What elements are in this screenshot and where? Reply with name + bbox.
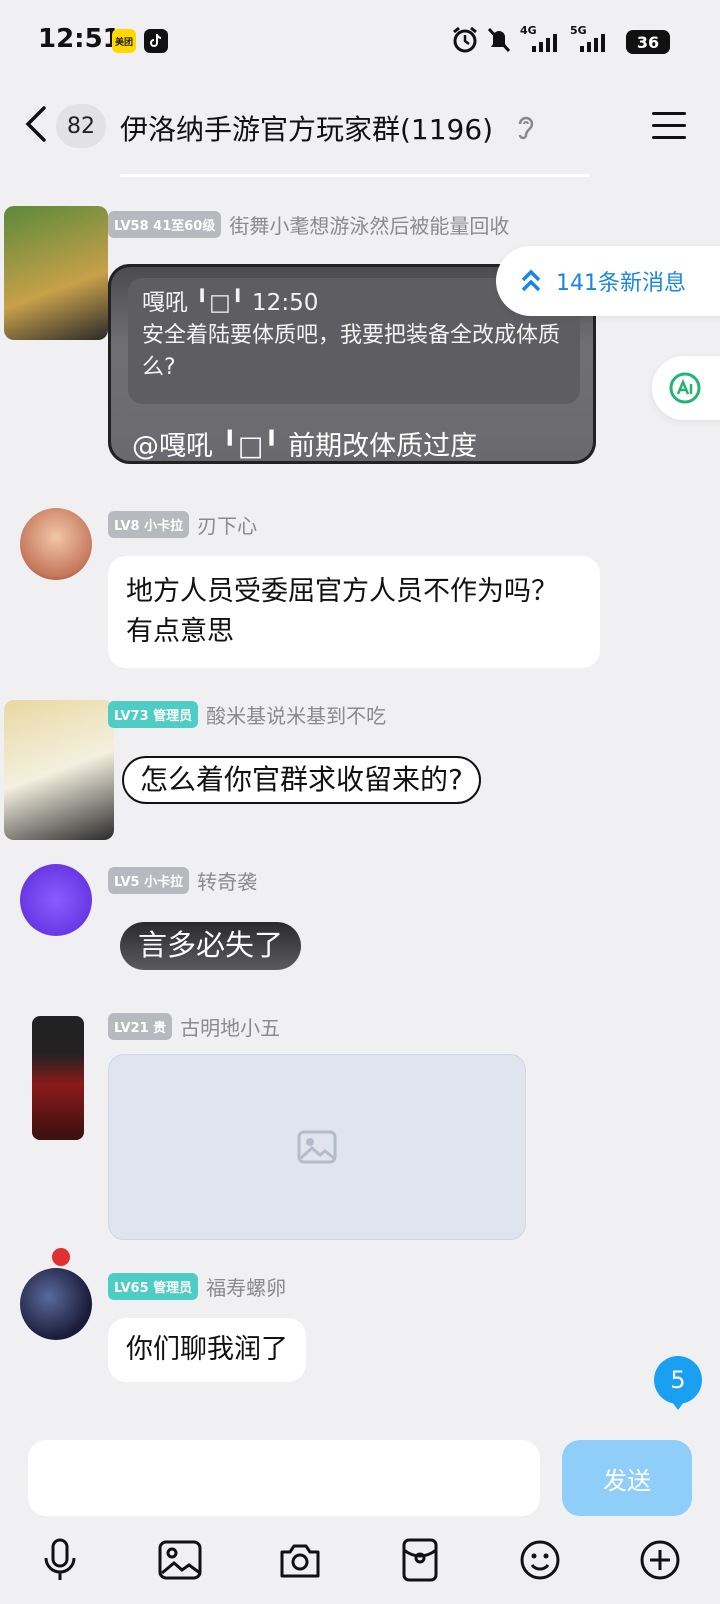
avatar[interactable] <box>4 206 108 340</box>
red-packet-icon <box>402 1538 438 1582</box>
send-button[interactable]: 发送 <box>562 1440 692 1516</box>
sender-name[interactable]: 街舞小耄想游泳然后被能量回收 <box>229 210 509 239</box>
double-chevron-up-icon <box>521 269 541 292</box>
sender-name[interactable]: 转奇袭 <box>197 866 257 895</box>
meituan-app-icon: 美团 <box>112 29 136 53</box>
composer: 发送 <box>0 1426 720 1604</box>
message-meta: LV21 贵 古明地小五 <box>108 1012 280 1041</box>
signal-icon-2 <box>580 34 605 52</box>
level-tag: LV8 小卡拉 <box>108 511 190 538</box>
plus-circle-icon <box>640 1540 680 1580</box>
new-messages-button[interactable]: 141条新消息 <box>496 246 720 316</box>
level-tag-admin: LV73 管理员 <box>108 701 199 728</box>
chat-header: 82 伊洛纳手游官方玩家群(1196) <box>0 82 720 178</box>
battery-indicator: 36 <box>626 30 670 54</box>
mention-count-badge[interactable]: 5 <box>654 1356 702 1410</box>
level-tag: LV5 小卡拉 <box>108 867 190 894</box>
sender-name[interactable]: 刃下心 <box>197 510 257 539</box>
ear-icon[interactable] <box>516 114 536 142</box>
image-icon <box>297 1130 337 1164</box>
sender-name[interactable]: 酸米基说米基到不吃 <box>206 700 386 729</box>
message-bubble[interactable]: 言多必失了 <box>120 922 302 970</box>
menu-icon[interactable] <box>652 112 686 140</box>
reply-text: @嘎吼 ╹□╹ 前期改体质过度 <box>132 431 478 462</box>
status-bar: 12:51 美团 4G 5G 36 <box>0 0 720 82</box>
group-title[interactable]: 伊洛纳手游官方玩家群(1196) <box>120 108 493 148</box>
red-packet-button[interactable] <box>396 1536 444 1584</box>
new-messages-label: 141条新消息 <box>556 271 686 296</box>
status-time: 12:51 <box>38 24 121 54</box>
sender-name[interactable]: 福寿螺卵 <box>206 1272 286 1301</box>
ai-assistant-button[interactable] <box>652 356 720 420</box>
avatar-flower-decoration <box>52 1248 70 1266</box>
level-tag: LV58 41至60级 <box>108 211 222 238</box>
image-placeholder[interactable] <box>108 1054 526 1240</box>
level-tag-admin: LV65 管理员 <box>108 1273 199 1300</box>
sender-name[interactable]: 古明地小五 <box>180 1012 280 1041</box>
ai-icon <box>669 372 701 404</box>
signal-icon <box>532 34 557 52</box>
mute-bell-icon <box>487 27 511 53</box>
alarm-icon <box>453 26 477 53</box>
image-icon <box>158 1540 202 1580</box>
tiktok-app-icon <box>144 29 168 53</box>
message-meta: LV73 管理员 酸米基说米基到不吃 <box>108 700 386 729</box>
header-divider <box>120 174 590 177</box>
message-meta: LV58 41至60级 街舞小耄想游泳然后被能量回收 <box>108 210 509 239</box>
back-icon[interactable] <box>22 104 52 144</box>
message-bubble[interactable]: 怎么着你官群求收留来的? <box>122 756 481 804</box>
quote-text: 安全着陆要体质吧，我要把装备全改成体质么? <box>142 323 561 380</box>
message-meta: LV8 小卡拉 刃下心 <box>108 510 257 539</box>
smile-icon <box>520 1540 560 1580</box>
level-tag: LV21 贵 <box>108 1013 173 1040</box>
avatar[interactable] <box>32 1016 84 1140</box>
camera-icon <box>280 1544 320 1578</box>
more-button[interactable] <box>636 1536 684 1584</box>
camera-button[interactable] <box>276 1536 324 1584</box>
message-bubble[interactable]: 地方人员受委屈官方人员不作为吗？有点意思 <box>108 556 600 668</box>
message-meta: LV65 管理员 福寿螺卵 <box>108 1272 286 1301</box>
album-button[interactable] <box>156 1536 204 1584</box>
avatar[interactable] <box>20 508 92 580</box>
message-input[interactable] <box>28 1440 540 1516</box>
unread-count-badge[interactable]: 82 <box>56 104 106 148</box>
avatar[interactable] <box>20 864 92 936</box>
avatar[interactable] <box>4 700 114 840</box>
emoji-button[interactable] <box>516 1536 564 1584</box>
message-bubble[interactable]: 你们聊我润了 <box>108 1318 306 1382</box>
message-meta: LV5 小卡拉 转奇袭 <box>108 866 257 895</box>
microphone-icon <box>44 1538 76 1580</box>
voice-button[interactable] <box>36 1536 84 1584</box>
avatar[interactable] <box>20 1268 92 1340</box>
